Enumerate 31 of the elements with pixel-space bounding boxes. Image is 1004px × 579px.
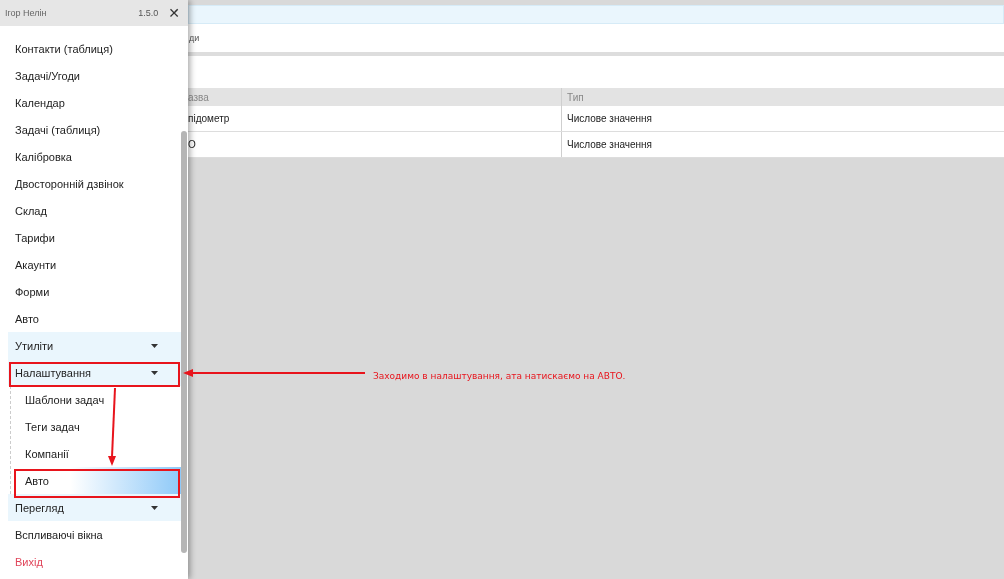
menu-item[interactable]: Тарифи <box>8 224 181 251</box>
menu-item[interactable]: Задачі/Угоди <box>8 62 181 89</box>
menu-item[interactable]: Склад <box>8 197 181 224</box>
menu-item[interactable]: Задачі (таблиця) <box>8 116 181 143</box>
close-button[interactable]: ✕ <box>168 5 180 21</box>
caret-icon <box>151 343 158 348</box>
logout-link[interactable]: Вихід <box>8 548 181 575</box>
table-cell: Числове значення <box>561 131 1004 158</box>
table-cell: Числове значення <box>561 106 1004 132</box>
menu-item[interactable]: Двосторонній дзвінок <box>8 170 181 197</box>
menu-item[interactable]: Форми <box>8 278 181 305</box>
caret-icon <box>151 370 158 375</box>
menu-item[interactable]: Календар <box>8 89 181 116</box>
menu-group[interactable]: Утиліти <box>8 332 181 359</box>
menu-item[interactable]: Акаунти <box>8 251 181 278</box>
menu-group[interactable]: Перегляд <box>8 494 181 521</box>
table-cell: О <box>188 131 562 158</box>
annotation-text: Заходимо в налаштування, ата натискаємо на АВТО. <box>373 371 626 381</box>
breadcrumb[interactable]: ди <box>189 33 200 43</box>
menu-item[interactable]: Вспливаючі вікна <box>8 521 181 548</box>
menu-item[interactable]: Калібровка <box>8 143 181 170</box>
menu-item[interactable]: Авто <box>8 305 181 332</box>
caret-icon <box>151 505 158 510</box>
table-cell: підометр <box>188 106 562 132</box>
menu-item[interactable]: Контакти (таблиця) <box>8 35 181 62</box>
scrollbar-thumb[interactable] <box>181 131 187 553</box>
submenu-item[interactable]: Компанії <box>11 440 181 467</box>
user-name: Ігор Нелін <box>5 8 48 18</box>
submenu-item[interactable]: Теги задач <box>11 413 181 440</box>
submenu-item[interactable]: Шаблони задач <box>11 386 181 413</box>
version-label: 1.5.0 <box>138 8 159 18</box>
